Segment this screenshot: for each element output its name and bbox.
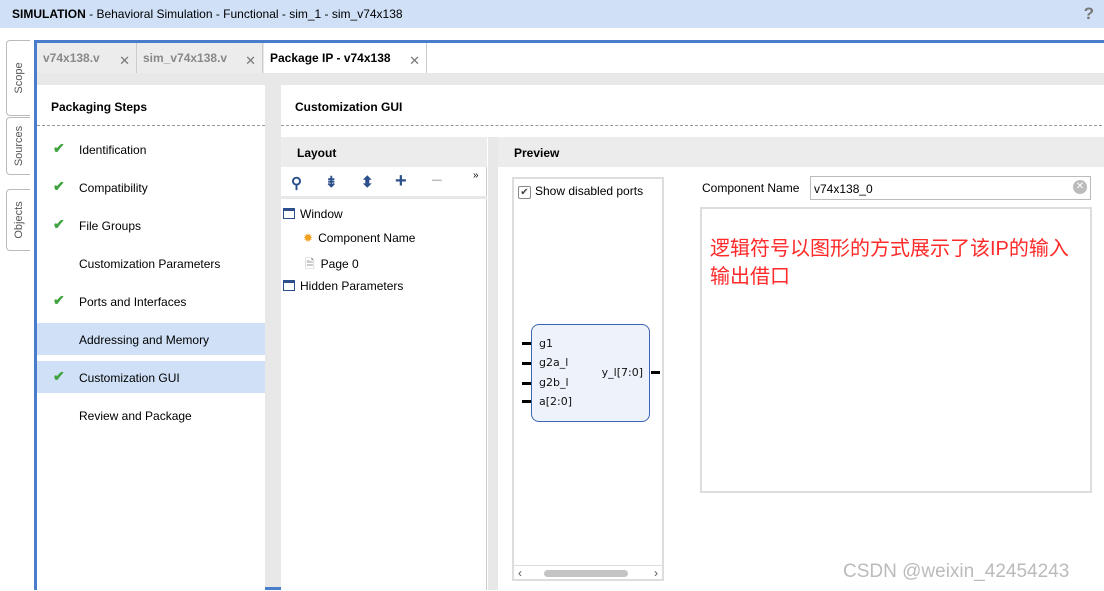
port-stub bbox=[651, 371, 660, 374]
help-icon[interactable]: ? bbox=[1084, 4, 1094, 24]
step-review-and-package[interactable]: Review and Package bbox=[37, 399, 265, 431]
check-icon: ✔ bbox=[53, 216, 65, 232]
step-label: Identification bbox=[79, 143, 147, 157]
check-icon: ✔ bbox=[53, 140, 65, 156]
tree-item-component-name[interactable]: ✹ Component Name bbox=[303, 231, 415, 255]
close-icon[interactable]: ✕ bbox=[409, 53, 420, 69]
symbol-view: ✔ Show disabled ports g1 g2a_l g2b_l a[2:… bbox=[512, 177, 664, 581]
clear-icon[interactable]: ✕ bbox=[1073, 180, 1087, 194]
tree-item-window[interactable]: Window bbox=[283, 207, 343, 231]
step-customization-parameters[interactable]: Customization Parameters bbox=[37, 247, 265, 279]
scroll-right-icon[interactable]: › bbox=[654, 566, 658, 580]
packaging-steps-panel: Packaging Steps ✔ Identification ✔ Compatib… bbox=[37, 85, 265, 590]
check-icon: ✔ bbox=[518, 186, 531, 199]
tab-sim-v74x138[interactable]: sim_v74x138.v ✕ bbox=[137, 43, 263, 73]
side-tab-label: Scope bbox=[12, 62, 25, 94]
step-ports-and-interfaces[interactable]: ✔ Ports and Interfaces bbox=[37, 285, 265, 317]
side-tab-scope[interactable]: Scope bbox=[6, 40, 30, 116]
check-icon: ✔ bbox=[53, 178, 65, 194]
port-stub bbox=[522, 362, 531, 365]
mode-label: SIMULATION bbox=[12, 7, 86, 21]
window-icon bbox=[283, 280, 295, 291]
overflow-icon[interactable]: » bbox=[473, 170, 479, 181]
tab-label: Package IP - v74x138 bbox=[270, 51, 391, 65]
title-bar: SIMULATION - Behavioral Simulation - Fun… bbox=[0, 0, 1104, 28]
check-icon: ✔ bbox=[53, 368, 65, 384]
step-label: Review and Package bbox=[79, 409, 192, 423]
title-text: - Behavioral Simulation - Functional - s… bbox=[85, 7, 403, 21]
scroll-thumb[interactable] bbox=[544, 570, 628, 577]
tree-label: Window bbox=[300, 207, 343, 221]
checkbox-label: Show disabled ports bbox=[535, 184, 644, 198]
tree-item-hidden-parameters[interactable]: Hidden Parameters bbox=[283, 279, 403, 303]
port-stub bbox=[522, 342, 531, 345]
input-value: v74x138_0 bbox=[814, 182, 873, 196]
show-disabled-checkbox[interactable]: ✔ Show disabled ports bbox=[518, 184, 643, 199]
divider bbox=[281, 125, 1104, 126]
step-file-groups[interactable]: ✔ File Groups bbox=[37, 209, 265, 241]
step-label: Ports and Interfaces bbox=[79, 295, 187, 309]
side-tab-label: Sources bbox=[12, 125, 25, 167]
port-stub bbox=[522, 400, 531, 403]
panel-title: Packaging Steps bbox=[51, 100, 148, 114]
port-g1: g1 bbox=[539, 337, 553, 350]
gear-icon: ✹ bbox=[303, 231, 314, 245]
tree-label: Hidden Parameters bbox=[300, 279, 404, 293]
remove-icon[interactable]: − bbox=[431, 170, 443, 193]
tab-v74x138[interactable]: v74x138.v ✕ bbox=[37, 43, 137, 73]
annotation-text: 逻辑符号以图形的方式展示了该IP的输入输出借口 bbox=[710, 238, 1069, 288]
step-customization-gui[interactable]: ✔ Customization GUI bbox=[37, 361, 265, 393]
preview-panel: Preview ✔ Show disabled ports g1 g2a_l g2… bbox=[498, 137, 1104, 590]
port-stub bbox=[522, 382, 531, 385]
port-g2b-l: g2b_l bbox=[539, 376, 569, 389]
close-icon[interactable]: ✕ bbox=[119, 53, 130, 69]
step-label: Addressing and Memory bbox=[79, 333, 210, 347]
preview-title: Preview bbox=[498, 137, 1104, 167]
component-name-label: Component Name bbox=[702, 181, 800, 195]
search-icon[interactable]: ⚲ bbox=[291, 174, 302, 192]
panel-title: Customization GUI bbox=[295, 100, 403, 114]
side-tab-label: Objects bbox=[12, 201, 25, 239]
step-addressing-and-memory[interactable]: Addressing and Memory bbox=[37, 323, 265, 355]
ip-symbol: g1 g2a_l g2b_l a[2:0] y_l[7:0] bbox=[531, 324, 650, 422]
step-identification[interactable]: ✔ Identification bbox=[37, 133, 265, 165]
collapse-all-icon[interactable]: ⇟ bbox=[325, 173, 338, 191]
tab-package-ip[interactable]: Package IP - v74x138 ✕ bbox=[264, 43, 427, 73]
port-y-l: y_l[7:0] bbox=[601, 366, 643, 379]
tree-label: Component Name bbox=[318, 231, 416, 245]
side-tab-sources[interactable]: Sources bbox=[6, 117, 30, 175]
step-label: Customization GUI bbox=[79, 371, 180, 385]
layout-toolbar: ⚲ ⇟ ⬍ + − » bbox=[281, 169, 487, 199]
horizontal-scrollbar[interactable]: ‹ › bbox=[514, 565, 662, 581]
component-name-input[interactable]: v74x138_0 ✕ bbox=[810, 176, 1091, 200]
port-a: a[2:0] bbox=[539, 395, 573, 408]
step-label: Compatibility bbox=[79, 181, 148, 195]
tree-label: Page 0 bbox=[320, 257, 359, 271]
window-icon bbox=[283, 208, 295, 219]
add-icon[interactable]: + bbox=[395, 170, 407, 193]
customization-gui-panel: Customization GUI Layout ⚲ ⇟ ⬍ + − » Win… bbox=[281, 85, 1104, 590]
step-compatibility[interactable]: ✔ Compatibility bbox=[37, 171, 265, 203]
step-label: Customization Parameters bbox=[79, 257, 221, 271]
tab-strip-fill bbox=[427, 43, 1104, 73]
layout-panel: Layout ⚲ ⇟ ⬍ + − » Window ✹ Component Nam… bbox=[281, 137, 487, 590]
scroll-left-icon[interactable]: ‹ bbox=[518, 566, 522, 580]
parameters-area: 逻辑符号以图形的方式展示了该IP的输入输出借口 bbox=[700, 207, 1092, 493]
watermark: CSDN @weixin_42454243 bbox=[843, 561, 1070, 582]
tab-label: v74x138.v bbox=[43, 51, 100, 65]
tab-label: sim_v74x138.v bbox=[143, 51, 228, 65]
splitter[interactable] bbox=[488, 137, 498, 590]
divider bbox=[37, 125, 265, 126]
package-ip-window: v74x138.v ✕ sim_v74x138.v ✕ Package IP - v… bbox=[34, 40, 1104, 590]
step-label: File Groups bbox=[79, 219, 142, 233]
side-tab-objects[interactable]: Objects bbox=[6, 189, 30, 251]
check-icon: ✔ bbox=[53, 292, 65, 308]
expand-all-icon[interactable]: ⬍ bbox=[361, 173, 374, 191]
close-icon[interactable]: ✕ bbox=[245, 53, 256, 69]
layout-title: Layout bbox=[281, 137, 487, 167]
tree-item-page-0[interactable]: 🗎 Page 0 bbox=[305, 255, 359, 279]
port-g2a-l: g2a_l bbox=[539, 356, 569, 369]
page-icon: 🗎 bbox=[305, 257, 315, 271]
